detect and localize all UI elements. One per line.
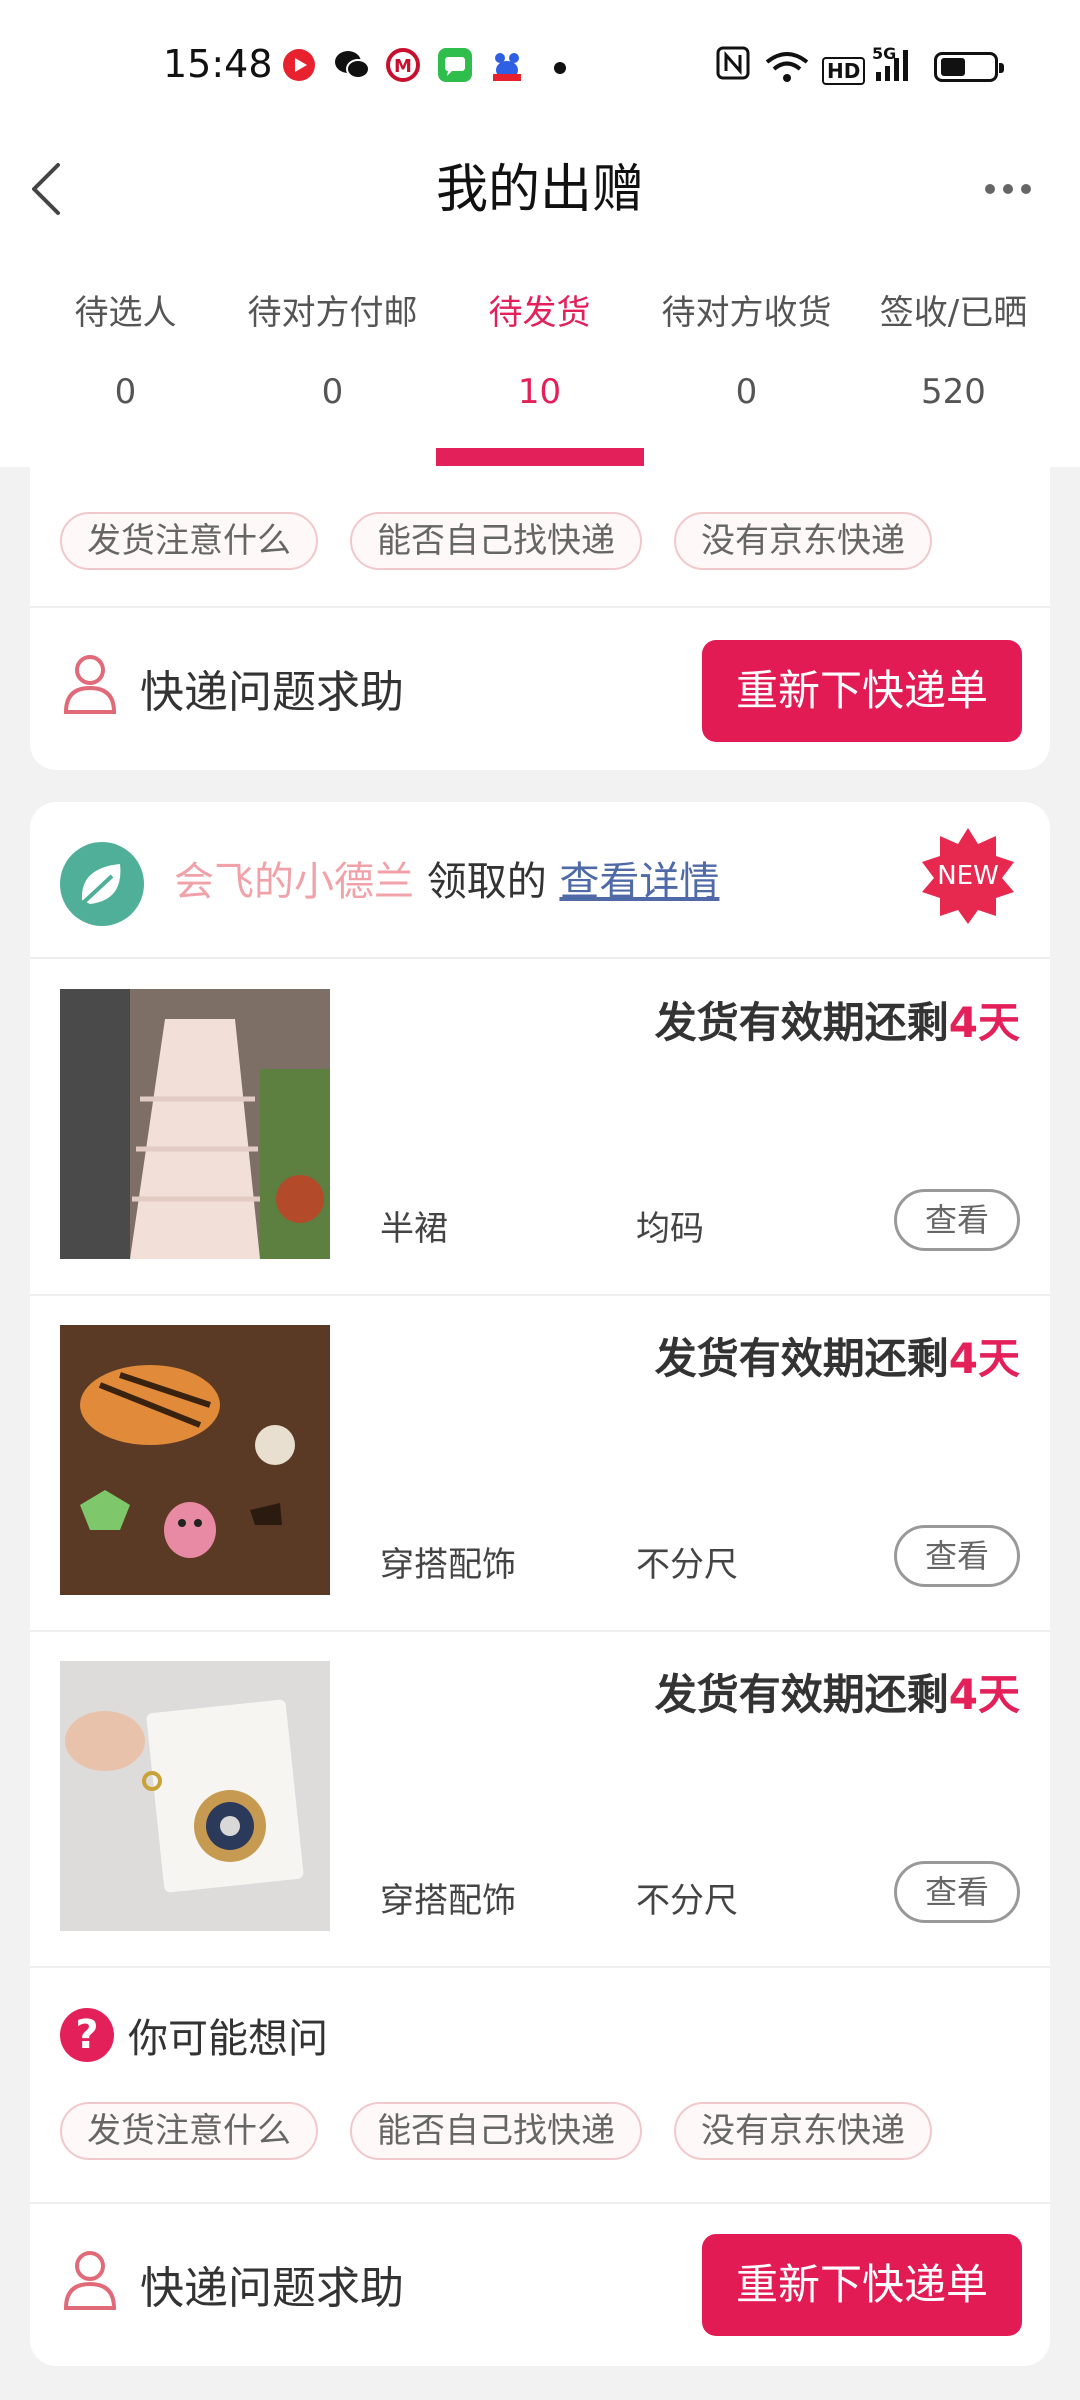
- baidu-icon: [490, 48, 524, 82]
- tab-signed-shared[interactable]: 签收/已晒 520: [850, 285, 1057, 417]
- order-card: 会飞的小德兰 领取的 查看详情 NEW 发货有效期还剩4天 半裙 均码 查看 发…: [30, 802, 1050, 2366]
- order-item: 发货有效期还剩4天 半裙 均码 查看: [30, 959, 1050, 1294]
- item-size: 均码: [636, 1209, 704, 1249]
- tab-label: 待对方付邮: [247, 293, 418, 333]
- deadline-days: 4天: [948, 998, 1020, 1047]
- tab-count: 520: [921, 372, 986, 412]
- avatar[interactable]: [60, 842, 144, 926]
- item-photo-skirt[interactable]: [60, 989, 330, 1259]
- giver-name[interactable]: 会飞的小德兰: [174, 859, 414, 905]
- user-icon: [62, 2248, 118, 2310]
- deadline-text: 发货有效期还剩: [654, 998, 949, 1047]
- new-badge-text: NEW: [937, 861, 999, 891]
- page-title: 我的出赠: [435, 160, 644, 220]
- divider: [30, 606, 1050, 608]
- more-dots-icon: [985, 184, 1031, 194]
- new-badge: NEW: [918, 826, 1018, 926]
- view-item-button[interactable]: 查看: [894, 1861, 1020, 1923]
- faq-chip[interactable]: 没有京东快递: [674, 512, 932, 570]
- more-notifications-dot: [554, 62, 566, 74]
- view-item-button[interactable]: 查看: [894, 1525, 1020, 1587]
- user-icon: [62, 652, 118, 714]
- metro-icon: M: [386, 48, 420, 82]
- order-item: 发货有效期还剩4天 穿搭配饰 不分尺 查看: [30, 1631, 1050, 1966]
- active-tab-indicator: [436, 448, 644, 466]
- video-app-icon: [282, 48, 316, 82]
- question-icon: ?: [60, 2008, 114, 2062]
- reorder-express-button[interactable]: 重新下快递单: [702, 640, 1022, 742]
- nav-bar: 我的出赠: [0, 135, 1080, 265]
- wifi-icon: [764, 50, 810, 91]
- tab-label: 待对方收货: [661, 293, 832, 333]
- giver-line: 会飞的小德兰 领取的 查看详情: [174, 852, 719, 912]
- deadline-text: 发货有效期还剩: [654, 1670, 949, 1719]
- faq-chip[interactable]: 能否自己找快递: [350, 2102, 642, 2160]
- tab-count: 10: [517, 372, 562, 412]
- ship-deadline: 发货有效期还剩4天: [655, 1325, 1020, 1386]
- more-options-button[interactable]: [980, 169, 1040, 209]
- item-name: 半裙: [380, 1209, 448, 1249]
- messages-icon: [438, 48, 472, 82]
- faq-chip[interactable]: 能否自己找快递: [350, 512, 642, 570]
- ship-deadline: 发货有效期还剩4天: [655, 989, 1020, 1050]
- item-name: 穿搭配饰: [380, 1881, 516, 1921]
- faq-chip[interactable]: 发货注意什么: [60, 2102, 318, 2160]
- claimed-text: 领取的: [426, 859, 547, 905]
- tab-pending-select[interactable]: 待选人 0: [22, 285, 229, 417]
- view-details-link[interactable]: 查看详情: [559, 859, 719, 905]
- deadline-days: 4天: [948, 1334, 1020, 1383]
- tab-count: 0: [321, 372, 344, 412]
- view-item-button[interactable]: 查看: [894, 1189, 1020, 1251]
- tab-label: 签收/已晒: [879, 293, 1028, 333]
- wechat-icon: [334, 48, 370, 82]
- ship-deadline: 发货有效期还剩4天: [655, 1661, 1020, 1722]
- faq-title: 你可能想问: [128, 2016, 328, 2062]
- svg-text:M: M: [394, 56, 412, 77]
- faq-chip[interactable]: 没有京东快递: [674, 2102, 932, 2160]
- tab-pending-ship[interactable]: 待发货 10: [436, 285, 643, 417]
- item-name: 穿搭配饰: [380, 1545, 516, 1585]
- reorder-express-button[interactable]: 重新下快递单: [702, 2234, 1022, 2336]
- express-help-label[interactable]: 快递问题求助: [140, 656, 404, 720]
- express-help-label[interactable]: 快递问题求助: [140, 2252, 404, 2316]
- status-time: 15:48: [163, 42, 273, 86]
- hd-label: HD: [822, 57, 866, 85]
- order-item: 发货有效期还剩4天 穿搭配饰 不分尺 查看: [30, 1295, 1050, 1630]
- battery-icon: [934, 52, 1004, 82]
- tab-pending-receive[interactable]: 待对方收货 0: [643, 285, 850, 417]
- deadline-text: 发货有效期还剩: [654, 1334, 949, 1383]
- back-button[interactable]: [24, 145, 104, 245]
- hd-icon: HD: [822, 52, 866, 85]
- tab-count: 0: [114, 372, 137, 412]
- tab-count: 0: [735, 372, 758, 412]
- item-size: 不分尺: [636, 1545, 738, 1585]
- tab-label: 待选人: [74, 293, 177, 333]
- top-bar: 15:48 M HD 5G 我的出赠 待选人 0 待对方付邮 0 待发货 10 …: [0, 0, 1080, 467]
- nfc-icon: [716, 46, 750, 87]
- tab-pending-postage[interactable]: 待对方付邮 0: [229, 285, 436, 417]
- faq-section: ? 你可能想问 发货注意什么 能否自己找快递 没有京东快递: [30, 1968, 1050, 2168]
- tab-label: 待发货: [488, 293, 591, 333]
- item-photo-earrings[interactable]: [60, 1661, 330, 1931]
- item-photo-accessories[interactable]: [60, 1325, 330, 1595]
- status-bar: 15:48 M HD 5G: [0, 0, 1080, 135]
- chevron-left-icon: [32, 163, 60, 215]
- divider: [30, 2202, 1050, 2204]
- deadline-days: 4天: [948, 1670, 1020, 1719]
- item-size: 不分尺: [636, 1881, 738, 1921]
- faq-chip[interactable]: 发货注意什么: [60, 512, 318, 570]
- status-tabs: 待选人 0 待对方付邮 0 待发货 10 待对方收货 0 签收/已晒 520: [0, 285, 1080, 467]
